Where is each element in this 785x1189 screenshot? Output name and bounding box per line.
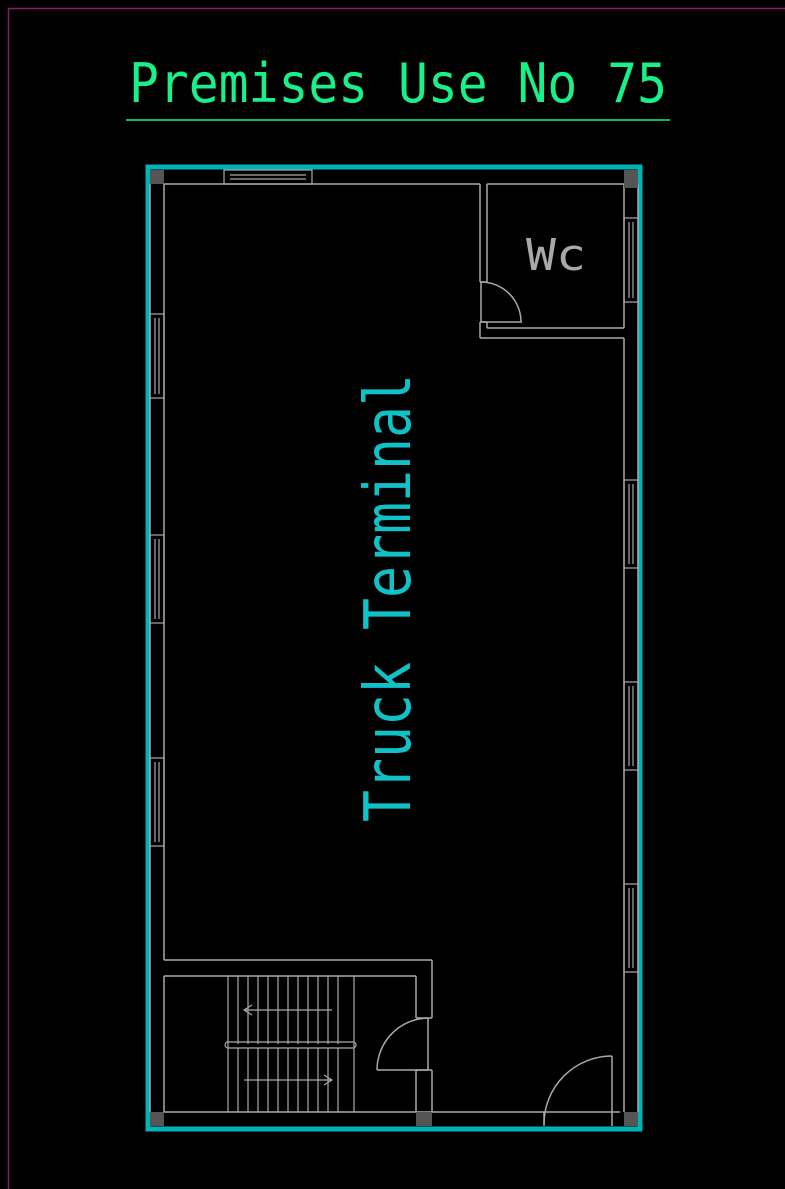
room-label-wc: Wc <box>526 230 586 281</box>
windows-left-wall <box>149 313 165 847</box>
room-label-truck-terminal: Truck Terminal <box>352 374 426 822</box>
stair-door <box>376 1017 429 1071</box>
windows-right-wall <box>623 217 639 973</box>
wc-door <box>480 281 522 323</box>
drawing-title: Premises Use No 75 <box>129 52 667 115</box>
floor-plan-drawing: Premises Use No 75 Wc Truck Terminal <box>7 7 785 1189</box>
staircase <box>224 976 357 1112</box>
main-entrance-door <box>543 1055 613 1126</box>
window-top-wall <box>223 169 313 185</box>
